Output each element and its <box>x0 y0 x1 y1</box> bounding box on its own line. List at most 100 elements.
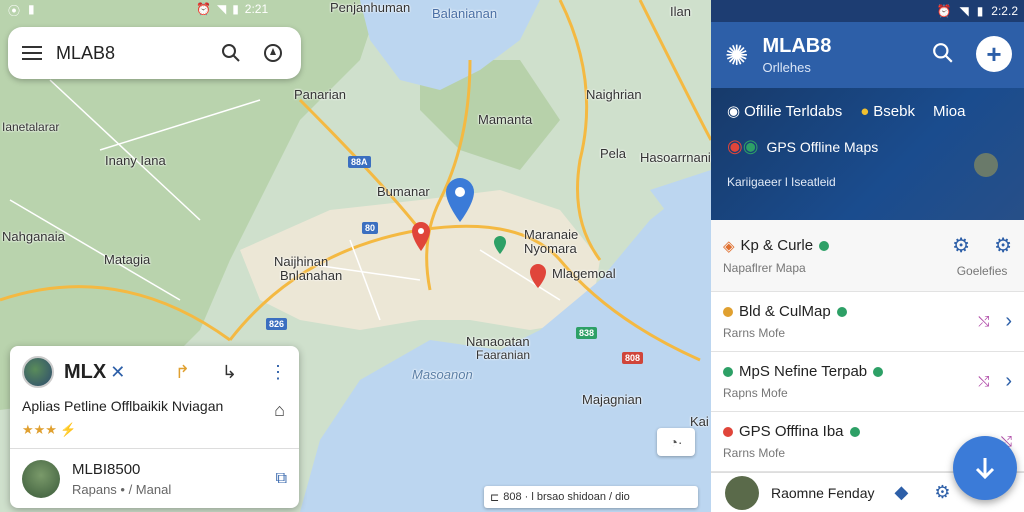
status-time: 2:21 <box>244 2 269 16</box>
banner-footer: Kariigaeer l Iseatleid <box>727 175 836 189</box>
rating-stars: ★★★ <box>22 422 57 437</box>
map-label: Panarian <box>294 87 347 102</box>
list-item[interactable]: Bld & CulMap Rarns Mofe ⤭ › <box>711 292 1024 352</box>
add-button[interactable]: + <box>976 36 1012 72</box>
settings-icon[interactable]: ⚙ <box>934 482 950 503</box>
road-shield: 808 <box>622 352 644 364</box>
verified-icon: ⚡ <box>59 422 77 437</box>
map-icon: ◈ <box>723 237 735 255</box>
list-item[interactable]: MpS Nefine Terpab Rapns Mofe ⤭ › <box>711 352 1024 412</box>
side-panel: ⏰ ◥ ▮ 2:2.2 ✺ MLAB8 Orllehes + ◉ Oflilie … <box>711 0 1024 512</box>
chevron-right-icon[interactable]: › <box>1005 370 1012 393</box>
list-item[interactable]: ◈ Kp & Curle Napaflrer Mapa ⚙ ⚙ Goelefies <box>711 220 1024 292</box>
attribution-text: 808 · l brsao shidoan / dio <box>503 491 630 503</box>
menu-icon[interactable] <box>22 46 42 60</box>
road-shield: 826 <box>266 318 288 330</box>
signal-icon: ▮ <box>28 2 35 16</box>
layers-icon[interactable]: ◆ <box>895 482 909 503</box>
place-card[interactable]: MLX ✕ ↱ ↳ ⋮ Aplias Petline Offlbaikik Nv… <box>10 346 299 508</box>
battery-icon: ▮ <box>232 2 239 16</box>
map-label: Inany Iana <box>105 153 166 168</box>
action-label: Goelefies <box>956 264 1008 278</box>
swap-icon[interactable]: ⤭ <box>978 313 989 330</box>
status-dot <box>723 366 733 377</box>
map-label: Bumanar <box>377 184 430 199</box>
place-card-footer[interactable]: MLBI8500 Rapans • / Manal ⧉ <box>10 448 299 508</box>
search-icon[interactable] <box>217 39 245 67</box>
footer-title: MLBI8500 <box>72 460 141 478</box>
app-subtitle: Orllehes <box>762 60 811 75</box>
map-label: Penjanhuman <box>330 0 411 15</box>
map-label: Mlagemoal <box>552 266 616 281</box>
user-avatar <box>725 475 759 510</box>
download-icon <box>975 458 995 480</box>
alarm-icon: ⏰ <box>196 2 211 16</box>
swap-icon[interactable]: ⤭ <box>978 373 989 390</box>
road-shield: 88A <box>348 156 371 168</box>
map-label: Balanianan <box>432 6 498 21</box>
road-shield: 80 <box>362 222 379 234</box>
alarm-icon: ⏰ <box>936 4 952 18</box>
map-list: ◈ Kp & Curle Napaflrer Mapa ⚙ ⚙ Goelefies… <box>711 220 1024 472</box>
navigation-icon[interactable] <box>259 39 287 67</box>
tab-back[interactable]: ● Bsebk <box>860 103 915 120</box>
app-title: MLAB8 <box>762 35 832 57</box>
download-button[interactable] <box>953 436 1017 500</box>
map-label: Naijhinan <box>274 254 329 269</box>
tab-more[interactable]: Mioa <box>933 103 966 120</box>
map-label: Mamanta <box>478 112 533 127</box>
settings-alt-icon[interactable]: ⚙ <box>994 233 1012 258</box>
user-avatar <box>22 459 60 498</box>
map-label: Nyomara <box>524 241 577 256</box>
save-icon[interactable]: ⌂ <box>274 400 285 421</box>
status-dot <box>836 306 847 317</box>
status-bar-mid: ⏰ ◥ ▮ 2:21 <box>196 2 268 16</box>
compass-icon: ◔· <box>669 434 683 450</box>
road-shield: 838 <box>576 327 598 339</box>
map-label: Ianetalarar <box>2 120 60 134</box>
map-label: Majagnian <box>582 392 642 407</box>
more-options-icon[interactable]: ⋮ <box>269 362 287 383</box>
map-pin-green-icon: ◉ <box>742 136 759 156</box>
search-query[interactable]: MLAB8 <box>56 43 217 64</box>
map-label: Pela <box>600 146 627 161</box>
compass-control[interactable]: ◔· <box>657 428 695 456</box>
pin-icon: ● <box>860 102 870 120</box>
map-label: Masoanon <box>412 367 473 382</box>
panel-status-bar: ⏰ ◥ ▮ 2:2.2 <box>711 0 1024 22</box>
status-dot <box>723 306 733 317</box>
banner-avatar <box>974 153 998 177</box>
status-dot <box>873 366 884 377</box>
wifi-icon: ◥ <box>216 2 227 16</box>
map-label: Kai <box>690 414 709 429</box>
map-label: Maranaie <box>524 227 579 242</box>
search-bar[interactable]: MLAB8 <box>8 27 301 79</box>
map-label: Nanaoatan <box>466 334 530 349</box>
map-pin-icon: ◉ <box>727 136 743 156</box>
place-avatar <box>22 356 54 388</box>
settings-icon[interactable]: ⚙ <box>952 233 970 258</box>
footer-subtitle: Rapans • / Manal <box>72 481 172 497</box>
share-icon[interactable]: ⧉ <box>276 470 287 488</box>
chevron-right-icon[interactable]: › <box>1005 310 1012 333</box>
tab-offline[interactable]: ◉ Oflilie Terldabs <box>727 102 842 121</box>
gps-icon: ⦿ <box>8 4 21 18</box>
status-bar-left: ⦿ ▮ <box>8 2 35 19</box>
map-label: Bnlanahan <box>280 268 343 283</box>
map-label: Matagia <box>104 252 151 267</box>
tools-icon[interactable]: ✕ <box>110 362 125 383</box>
banner-app-name: GPS Offline Maps <box>766 138 879 155</box>
status-time: 2:2.2 <box>991 4 1018 18</box>
map-attribution: ⊏ 808 · l brsao shidoan / dio <box>484 486 698 508</box>
place-name: MLX <box>64 360 107 383</box>
search-icon[interactable] <box>932 42 954 69</box>
place-description: Aplias Petline Offlbaikik Nviagan <box>22 398 224 414</box>
status-dot <box>849 426 860 437</box>
wifi-icon: ◥ <box>959 4 969 18</box>
directions-icon[interactable]: ↱ <box>175 362 190 383</box>
rating: ★★★ ⚡ <box>22 422 287 438</box>
bottom-label: Raomne Fenday <box>771 484 875 501</box>
status-dot <box>723 426 733 437</box>
promo-banner[interactable]: ◉ Oflilie Terldabs ● Bsebk Mioa ◉ ◉ GPS Of… <box>711 88 1024 220</box>
route-icon[interactable]: ↳ <box>222 362 237 383</box>
